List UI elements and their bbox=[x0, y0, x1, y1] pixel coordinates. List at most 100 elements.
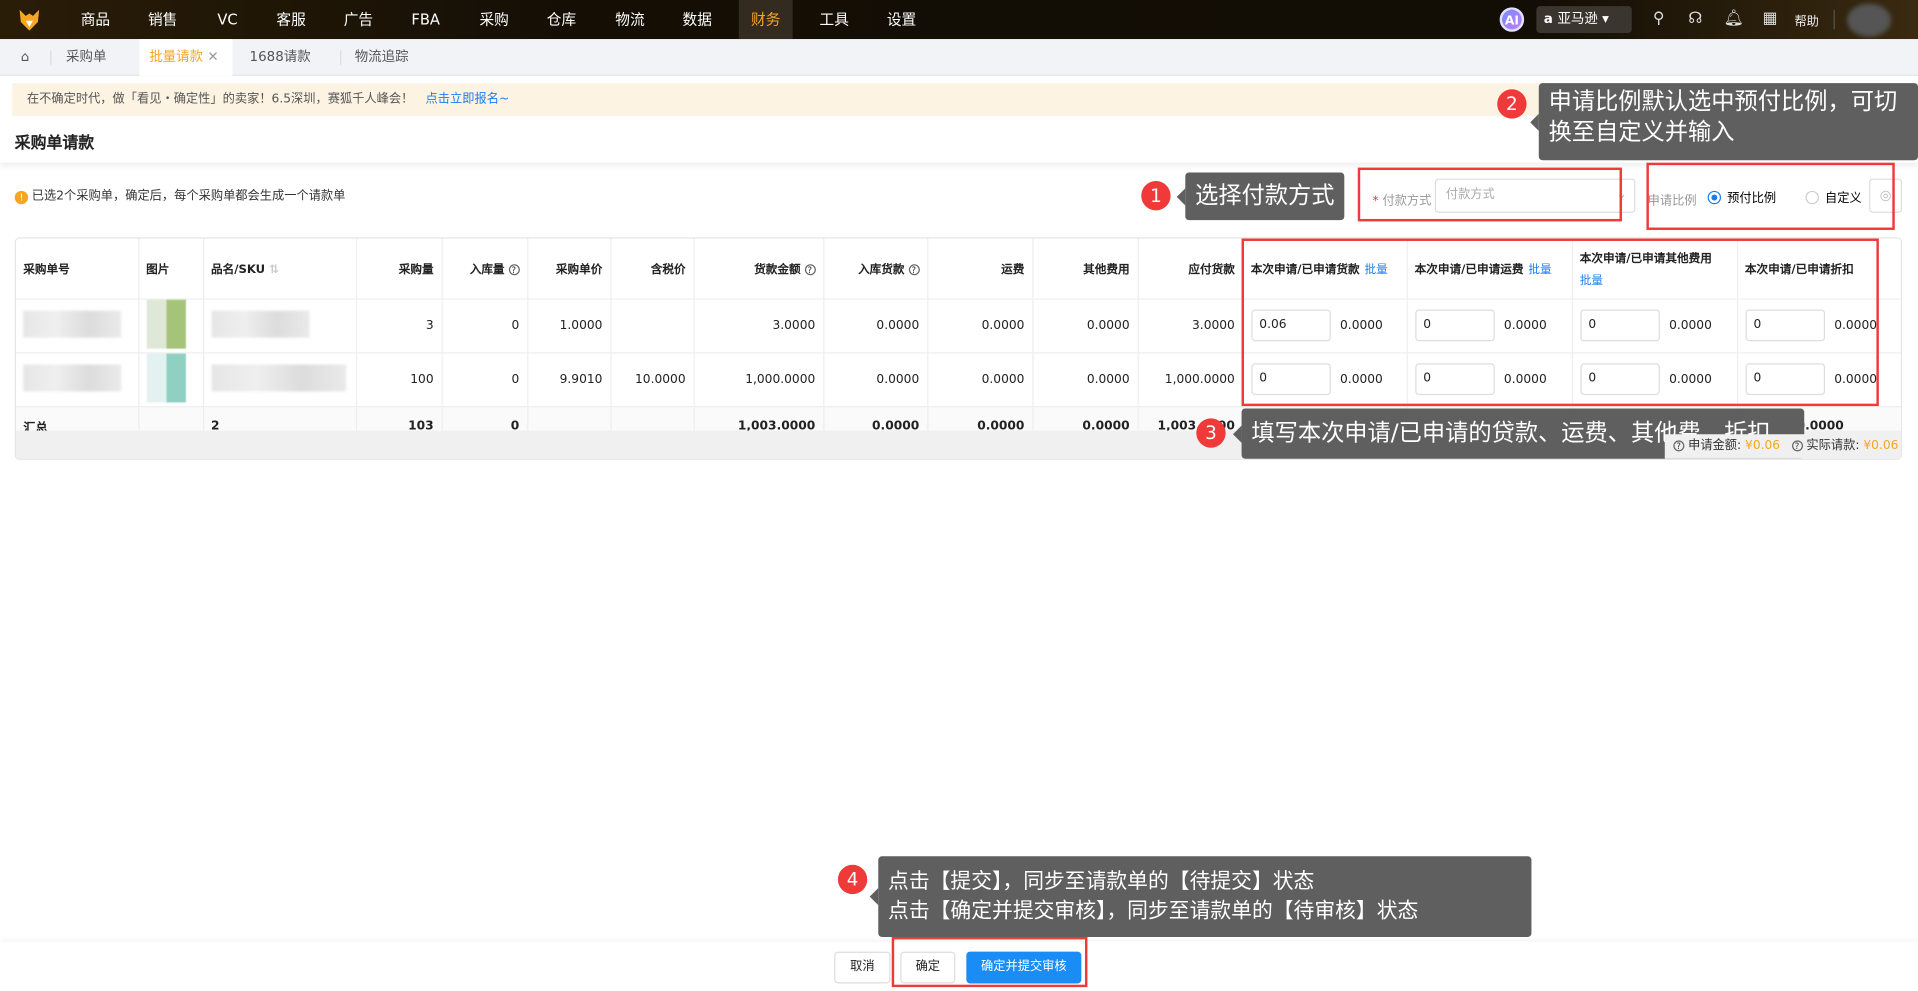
apply-input[interactable]: 0 bbox=[1744, 309, 1825, 342]
marketplace-label: 亚马逊 bbox=[1557, 11, 1598, 27]
column-header: 本次申请/已申请其他费用 批量 bbox=[1571, 238, 1738, 300]
radio-custom[interactable]: 自定义 bbox=[1805, 187, 1862, 205]
selection-info: ! 已选2个采购单，确定后，每个采购单都会生成一个请款单 bbox=[14, 188, 345, 205]
headset-icon[interactable]: ☊ bbox=[1686, 10, 1706, 28]
product-cell bbox=[203, 298, 357, 353]
apply-input[interactable]: 0 bbox=[1414, 363, 1495, 396]
column-header: 采购单号 bbox=[15, 238, 139, 300]
help-icon[interactable]: ? bbox=[1673, 440, 1685, 452]
close-icon[interactable]: ✕ bbox=[207, 49, 218, 65]
product-name-redacted bbox=[211, 363, 346, 391]
help-icon[interactable]: ? bbox=[908, 264, 920, 276]
column-header: 本次申请/已申请运费 批量 bbox=[1406, 238, 1573, 300]
order-number-cell bbox=[15, 298, 139, 353]
custom-ratio-input[interactable]: ◎ bbox=[1869, 178, 1903, 213]
apply-input[interactable]: 0 bbox=[1250, 363, 1331, 396]
nav-item[interactable]: 客服 bbox=[264, 0, 318, 39]
apply-input[interactable]: 0 bbox=[1744, 363, 1825, 396]
cancel-button[interactable]: 取消 bbox=[834, 951, 891, 984]
help-icon[interactable]: ? bbox=[1791, 440, 1803, 452]
cell-in-amount: 0.0000 bbox=[823, 352, 928, 407]
applied-value: 0.0000 bbox=[1834, 373, 1878, 387]
nav-item[interactable]: 商品 bbox=[68, 0, 122, 39]
info-icon: ! bbox=[14, 190, 29, 205]
cell-in-qty: 0 bbox=[441, 352, 528, 407]
callout-badge-2: 2 bbox=[1497, 89, 1527, 119]
help-icon[interactable]: ? bbox=[508, 264, 520, 276]
nav-item[interactable]: VC bbox=[205, 0, 250, 39]
cell-unit-price: 9.9010 bbox=[527, 352, 611, 407]
tab-logistics-tracking[interactable]: 物流追踪 bbox=[355, 39, 409, 76]
applied-value: 0.0000 bbox=[1834, 319, 1878, 333]
help-link[interactable]: 帮助 bbox=[1794, 11, 1818, 29]
cell-qty: 100 bbox=[355, 352, 443, 407]
fox-logo-icon[interactable] bbox=[17, 7, 41, 31]
sort-icon[interactable]: ⇅ bbox=[265, 263, 279, 276]
page-title: 采购单请款 bbox=[14, 134, 95, 153]
apply-cell: 0 0.0000 bbox=[1736, 352, 1901, 407]
top-nav: 商品 销售 VC 客服 广告 FBA 采购 仓库 物流 数据 财务 工具 设置 AI a 亚马逊 ▾ ⚲… bbox=[0, 0, 1918, 40]
amazon-icon: a bbox=[1543, 11, 1558, 27]
apps-grid-icon[interactable]: ▦ bbox=[1760, 10, 1780, 28]
apply-input[interactable]: 0 bbox=[1579, 363, 1660, 396]
cell-tax-price bbox=[610, 298, 695, 353]
confirm-submit-review-button[interactable]: 确定并提交审核 bbox=[966, 951, 1082, 984]
action-bar: 取消 确定 确定并提交审核 bbox=[0, 941, 1918, 991]
nav-item[interactable]: 销售 bbox=[136, 0, 190, 39]
apply-ratio-label: 申请比例 bbox=[1647, 194, 1697, 208]
cell-freight: 0.0000 bbox=[927, 352, 1034, 407]
column-header: 含税价 bbox=[610, 238, 695, 300]
help-icon[interactable]: ? bbox=[804, 264, 816, 276]
nav-item[interactable]: FBA bbox=[399, 0, 452, 39]
banner-signup-link[interactable]: 点击立即报名~ bbox=[426, 93, 510, 106]
nav-item[interactable]: 广告 bbox=[331, 0, 385, 39]
product-image bbox=[146, 352, 186, 402]
nav-item[interactable]: 设置 bbox=[875, 0, 929, 39]
actual-amount-label: 实际请款: bbox=[1806, 439, 1860, 453]
batch-link[interactable]: 批量 bbox=[1580, 271, 1729, 287]
apply-input[interactable]: 0 bbox=[1579, 309, 1660, 342]
home-icon[interactable]: ⌂ bbox=[21, 39, 30, 76]
bell-icon[interactable]: 🔔︎ bbox=[1724, 10, 1744, 28]
tab-1688-payment[interactable]: 1688请款 bbox=[250, 39, 311, 76]
ai-assistant-button[interactable]: AI bbox=[1499, 7, 1525, 32]
callout-2: 申请比例默认选中预付比例，可切换至自定义并输入 bbox=[1530, 83, 1918, 161]
actual-amount: ¥0.06 bbox=[1863, 439, 1899, 453]
confirm-button[interactable]: 确定 bbox=[900, 951, 956, 984]
avatar[interactable] bbox=[1847, 3, 1892, 37]
column-header: 入库量? bbox=[441, 238, 528, 300]
search-icon[interactable]: ⚲ bbox=[1649, 10, 1669, 28]
nav-item[interactable]: 仓库 bbox=[535, 0, 589, 39]
table-footer: ? 申请金额: ¥0.06 ? 实际请款: ¥0.06 bbox=[1664, 434, 1901, 459]
table-row: 3 0 1.0000 3.0000 0.0000 0.0000 0.0000 3.0000 0.… bbox=[15, 298, 1901, 353]
column-header: 本次申请/已申请折扣 bbox=[1736, 238, 1901, 300]
batch-link[interactable]: 批量 bbox=[1364, 263, 1387, 276]
radio-prepay-ratio[interactable]: 预付比例 bbox=[1707, 187, 1776, 205]
batch-link[interactable]: 批量 bbox=[1528, 263, 1551, 276]
nav-item[interactable]: 数据 bbox=[670, 0, 724, 39]
callout-1: 选择付款方式 bbox=[1176, 172, 1345, 221]
product-image bbox=[146, 299, 186, 349]
apply-input[interactable]: 0 bbox=[1414, 309, 1495, 342]
column-header: 图片 bbox=[138, 238, 204, 300]
payment-method-select[interactable]: 付款方式 ⌄ bbox=[1434, 178, 1636, 213]
marketplace-selector[interactable]: a 亚马逊 ▾ bbox=[1536, 6, 1632, 34]
apply-input[interactable]: 0.06 bbox=[1250, 309, 1331, 342]
banner-text: 在不确定时代，做「看见・确定性」的卖家！6.5深圳，赛狐千人峰会！ bbox=[26, 92, 414, 107]
image-cell bbox=[138, 298, 204, 353]
tab-purchase-order[interactable]: 采购单 bbox=[66, 39, 106, 76]
cell-in-qty: 0 bbox=[441, 298, 528, 353]
column-header: 采购量 bbox=[355, 238, 443, 300]
applied-value: 0.0000 bbox=[1503, 373, 1547, 387]
nav-item[interactable]: 物流 bbox=[603, 0, 657, 39]
nav-item[interactable]: 工具 bbox=[807, 0, 861, 39]
column-header: 入库货款? bbox=[823, 238, 928, 300]
apply-cell: 0 0.0000 bbox=[1736, 298, 1901, 353]
apply-cell: 0.06 0.0000 bbox=[1242, 298, 1408, 353]
radio-unchecked-icon bbox=[1805, 190, 1819, 205]
nav-item[interactable]: 采购 bbox=[467, 0, 521, 39]
tab-batch-payment[interactable]: 批量请款 ✕ bbox=[139, 39, 233, 76]
order-number-redacted bbox=[23, 310, 122, 337]
nav-item[interactable]: 财务 bbox=[738, 0, 793, 40]
cell-freight: 0.0000 bbox=[927, 298, 1034, 353]
